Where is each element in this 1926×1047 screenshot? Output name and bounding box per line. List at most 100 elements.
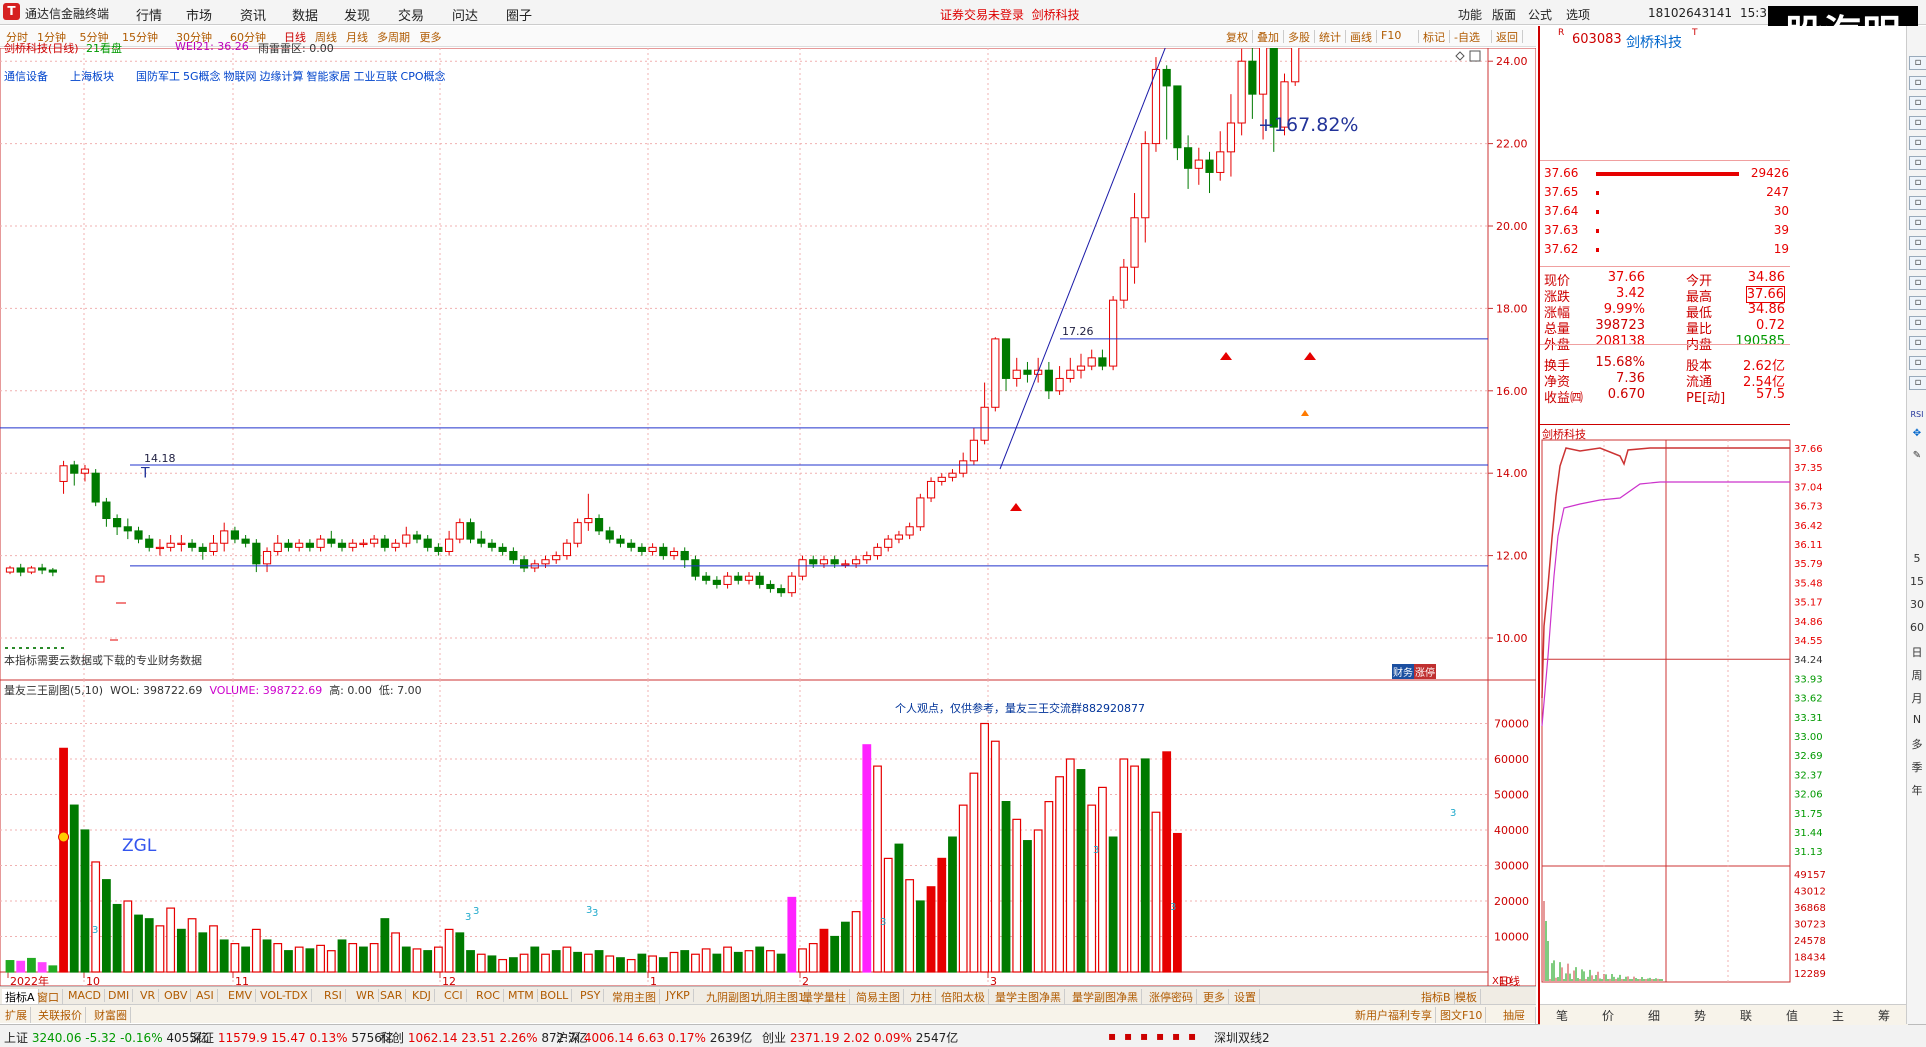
- concept-tag[interactable]: 工业互联: [354, 70, 398, 83]
- indicator-tab[interactable]: 窗口: [34, 989, 63, 1005]
- indicator-tab[interactable]: BOLL: [537, 989, 573, 1002]
- chart-tool-button[interactable]: 画线: [1350, 29, 1372, 45]
- table-icon[interactable]: ▫: [1909, 156, 1926, 170]
- period-shortcut[interactable]: 60: [1909, 621, 1925, 634]
- indicator-tab[interactable]: 简易主图: [853, 989, 904, 1005]
- concept-tag[interactable]: 通信设备: [4, 70, 48, 83]
- indicator-tab[interactable]: MACD: [65, 989, 105, 1002]
- menu-5[interactable]: 发现: [344, 5, 370, 24]
- chart-tool-button[interactable]: -自选: [1454, 29, 1480, 45]
- indicator-tab[interactable]: 量学副图净黑: [1069, 989, 1142, 1005]
- zhangting-badge[interactable]: 涨停: [1414, 664, 1436, 679]
- bottom-tab[interactable]: 扩展: [2, 1007, 31, 1023]
- side-tab[interactable]: 值: [1786, 1007, 1798, 1024]
- period-shortcut[interactable]: 日: [1909, 644, 1925, 660]
- indicator-tab[interactable]: DMI: [105, 989, 134, 1002]
- indicator-tab[interactable]: 量学主图净黑: [992, 989, 1065, 1005]
- menu-2[interactable]: 市场: [186, 5, 212, 24]
- indicator-tab[interactable]: EMV: [225, 989, 256, 1002]
- concept-tag[interactable]: 物联网: [224, 70, 257, 83]
- move-icon[interactable]: ✥: [1909, 428, 1925, 439]
- f10-icon[interactable]: ▫: [1909, 196, 1926, 210]
- menu-7[interactable]: 问达: [452, 5, 478, 24]
- indicator-tab[interactable]: ROC: [473, 989, 504, 1002]
- menu-6[interactable]: 交易: [398, 5, 424, 24]
- edit-icon[interactable]: ✎: [1909, 450, 1925, 461]
- period-shortcut[interactable]: 季: [1909, 759, 1925, 775]
- calc-icon[interactable]: ▫: [1909, 236, 1926, 250]
- side-tab[interactable]: 笔: [1556, 1007, 1568, 1024]
- side-tab[interactable]: 联: [1740, 1007, 1752, 1024]
- pen-icon[interactable]: ▫: [1909, 356, 1926, 370]
- list-icon[interactable]: ▫: [1909, 116, 1926, 130]
- period-tab[interactable]: 更多: [420, 29, 442, 45]
- chart-tool-button[interactable]: 复权: [1226, 29, 1248, 45]
- volume-svg[interactable]: 70000600005000040000300002000010000X1020…: [0, 679, 1537, 990]
- bottom-tab-right[interactable]: 图文F10: [1437, 1007, 1487, 1023]
- concept-tag[interactable]: CPO概念: [401, 70, 446, 83]
- clock-icon[interactable]: ▫: [1909, 256, 1926, 270]
- f-icon[interactable]: ▫: [1909, 276, 1926, 290]
- top-right-item[interactable]: 公式: [1528, 6, 1552, 23]
- status-icon[interactable]: ▪: [1140, 1029, 1148, 1043]
- intraday-minichart[interactable]: 剑桥科技 37.66 37.35 37.04 36.73 36.42 36.11 35.79 3…: [1540, 426, 1908, 986]
- indicator-tab[interactable]: RSI: [321, 989, 346, 1002]
- chart-tool-button[interactable]: 标记: [1423, 29, 1445, 45]
- menu-4[interactable]: 数据: [292, 5, 318, 24]
- bottom-tab[interactable]: 关联报价: [35, 1007, 86, 1023]
- chart-icon[interactable]: ▫: [1909, 96, 1926, 110]
- period-tab[interactable]: 15分钟: [122, 29, 158, 45]
- top-right-item[interactable]: 功能: [1458, 6, 1482, 23]
- period-shortcut[interactable]: N: [1909, 713, 1925, 726]
- side-tab[interactable]: 势: [1694, 1007, 1706, 1024]
- flag-icon[interactable]: ▫: [1909, 336, 1926, 350]
- status-icon[interactable]: ▪: [1156, 1029, 1164, 1043]
- concept-tag[interactable]: 边缘计算: [260, 70, 304, 83]
- index-quote[interactable]: 创业 2371.19 2.02 0.09% 2547亿: [762, 1029, 958, 1046]
- indicator-tab[interactable]: 涨停密码: [1146, 989, 1197, 1005]
- period-shortcut[interactable]: 年: [1909, 782, 1925, 798]
- menu-8[interactable]: 圈子: [506, 5, 532, 24]
- indicator-tab[interactable]: WR: [353, 989, 379, 1002]
- period-shortcut[interactable]: 30: [1909, 598, 1925, 611]
- indicator-tab[interactable]: 倍阳太极: [938, 989, 989, 1005]
- status-icon[interactable]: ▪: [1124, 1029, 1132, 1043]
- caiwu-badge[interactable]: 财务: [1392, 664, 1414, 679]
- down-arrow-icon[interactable]: ▫: [1909, 76, 1926, 90]
- indicator-tab[interactable]: 力柱: [907, 989, 936, 1005]
- concept-tag[interactable]: 智能家居: [307, 70, 351, 83]
- indicator-tab[interactable]: 更多: [1200, 989, 1229, 1005]
- concept-tag[interactable]: 国防军工: [136, 70, 180, 83]
- side-tab[interactable]: 筹: [1878, 1007, 1890, 1024]
- top-right-item[interactable]: 版面: [1492, 6, 1516, 23]
- period-shortcut[interactable]: 5: [1909, 552, 1925, 565]
- indicator-tab-right[interactable]: 指标B: [1418, 989, 1455, 1005]
- chart-tool-button[interactable]: F10: [1381, 29, 1401, 42]
- info-icon[interactable]: ▫: [1909, 296, 1926, 310]
- volume-chart[interactable]: 70000 60000 50000 40000 30000 20000 10000 X10 20…: [0, 679, 1537, 990]
- indicator-tab[interactable]: 量学量柱: [799, 989, 850, 1005]
- index-quote[interactable]: 深证 11579.9 15.47 0.13% 5756亿: [190, 1029, 394, 1046]
- indicator-tab[interactable]: VR: [137, 989, 160, 1002]
- indicator-tab[interactable]: CCI: [441, 989, 467, 1002]
- menu-3[interactable]: 资讯: [240, 5, 266, 24]
- indicator-tab-right[interactable]: 模板: [1452, 989, 1481, 1005]
- chart-tool-button[interactable]: 多股: [1288, 29, 1310, 45]
- chart-tool-button[interactable]: 返回: [1496, 29, 1518, 45]
- candlestick-svg[interactable]: 36.0034.0032.0030.0028.0026.0024.0022.00…: [0, 0, 1537, 681]
- indicator-tab[interactable]: SAR: [377, 989, 407, 1002]
- candlestick-chart[interactable]: 36.0034.0032.0030.0028.0026.0024.0022.00…: [0, 0, 1537, 681]
- indicator-tab[interactable]: 常用主图: [609, 989, 660, 1005]
- indicator-tab[interactable]: JYKP: [663, 989, 694, 1002]
- window-icon[interactable]: ▫: [1909, 176, 1926, 190]
- period-shortcut[interactable]: 月: [1909, 690, 1925, 706]
- indicator-tab[interactable]: KDJ: [409, 989, 435, 1002]
- period-tab[interactable]: 月线: [346, 29, 368, 45]
- pie-icon[interactable]: ▫: [1909, 316, 1926, 330]
- up-arrow-icon[interactable]: ▫: [1909, 56, 1926, 70]
- period-shortcut[interactable]: 多: [1909, 736, 1925, 752]
- bottom-tab-right[interactable]: 新用户福利专享: [1352, 1007, 1436, 1023]
- status-icon[interactable]: ▪: [1172, 1029, 1180, 1043]
- menu-1[interactable]: 行情: [136, 5, 162, 24]
- bottom-tab[interactable]: 财富圈: [91, 1007, 131, 1023]
